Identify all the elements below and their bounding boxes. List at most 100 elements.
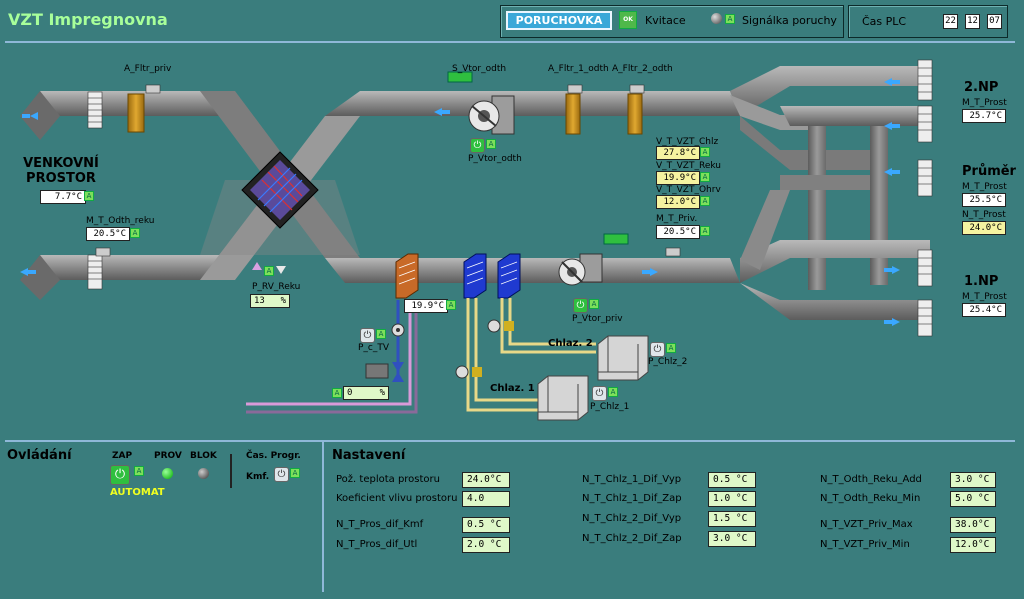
damper-down-arrow-icon: [276, 266, 286, 274]
setting-label: Koeficient vlivu prostoru: [336, 493, 458, 504]
m-t-odth-reku-badge: A: [130, 228, 140, 238]
cas-progr-label: Čas. Progr.: [246, 451, 301, 461]
prumer-val: 25.5°C: [962, 193, 1006, 207]
zap-label: ZAP: [112, 451, 133, 461]
setting-input[interactable]: 1.5 °C: [708, 511, 756, 527]
setting-input[interactable]: 4.0: [462, 491, 510, 507]
np1-label: 1.NP: [964, 274, 999, 289]
setting-label: N_T_Chlz_1_Dif_Vyp: [582, 474, 682, 485]
setting-input[interactable]: 1.0 °C: [708, 491, 756, 507]
app-title: VZT Impregnovna: [8, 10, 168, 29]
v-t-vzt-chlz-badge: A: [700, 147, 710, 157]
kmf-power-button[interactable]: ⏻: [274, 467, 289, 482]
prumer-label: Průměr: [962, 164, 1016, 179]
fault-label: Signálka poruchy: [742, 14, 837, 27]
fan-supply-power-icon[interactable]: ⏻: [573, 298, 588, 313]
filter-1-extract: [565, 93, 581, 135]
setting-input[interactable]: 3.0 °C: [950, 472, 996, 488]
a-fltr-2-odth-label: A_Fltr_2_odth: [612, 64, 673, 74]
setting-label: N_T_Pros_dif_Utl: [336, 539, 418, 550]
setting-label: Pož. teplota prostoru: [336, 474, 440, 485]
setting-input[interactable]: 0.5 °C: [462, 517, 510, 533]
plc-seconds: 07: [987, 14, 1002, 29]
prov-lamp-icon: [162, 468, 173, 479]
p-rv-reku-unit: %: [280, 296, 286, 306]
setting-input[interactable]: 38.0°C: [950, 517, 996, 533]
m-t-priv-label: M_T_Priv.: [656, 214, 698, 224]
plc-hours: 22: [943, 14, 958, 29]
np2-val: 25.7°C: [962, 109, 1006, 123]
grille-left-bottom: [87, 254, 103, 290]
setting-label: N_T_Odth_Reku_Add: [820, 474, 922, 485]
blok-label: BLOK: [190, 451, 217, 461]
chlz-1-badge: A: [608, 387, 618, 397]
filter-2-extract: [627, 93, 643, 135]
outside-temp-badge: A: [84, 191, 94, 201]
np1-val: 25.4°C: [962, 303, 1006, 317]
valve-unit: %: [379, 388, 385, 398]
a-fltr-priv-label: A_Fltr_priv: [124, 64, 172, 74]
cooler-1-unit-icon: [537, 375, 589, 421]
v-t-vzt-ohrv-label: V_T_VZT_Ohrv: [656, 185, 721, 195]
bottom-vdivider: [322, 442, 324, 592]
setting-label: N_T_Pros_dif_Kmf: [336, 519, 424, 530]
fan-extract-power-icon[interactable]: ⏻: [470, 138, 485, 153]
m-t-odth-reku-val: 20.5°C: [86, 227, 130, 241]
setting-label: N_T_VZT_Priv_Min: [820, 539, 910, 550]
setting-label: N_T_Chlz_2_Dif_Vyp: [582, 513, 682, 524]
outside-temp: 7.7°C: [40, 190, 86, 204]
setting-input[interactable]: 12.0°C: [950, 537, 996, 553]
kvitace-label: Kvitace: [645, 14, 686, 27]
chlaz-1-label: Chlaz. 1: [490, 383, 535, 394]
v-t-vzt-chlz-val: 27.8°C: [656, 146, 700, 160]
setting-input[interactable]: 24.0°C: [462, 472, 510, 488]
chlz-2-power-icon[interactable]: ⏻: [650, 342, 665, 357]
ok-icon[interactable]: OK: [619, 11, 637, 29]
heater-temp-badge: A: [446, 300, 456, 310]
v-t-vzt-reku-label: V_T_VZT_Reku: [656, 161, 721, 171]
v-t-vzt-reku-val: 19.9°C: [656, 171, 700, 185]
v-t-vzt-ohrv-val: 12.0°C: [656, 195, 700, 209]
p-vtor-priv-label: P_Vtor_priv: [572, 314, 623, 324]
control-title: Ovládání: [7, 448, 72, 463]
m-t-priv-badge: A: [700, 226, 710, 236]
grille-left-top: [87, 91, 103, 129]
setting-input[interactable]: 3.0 °C: [708, 531, 756, 547]
fan-extract-badge: A: [486, 139, 496, 149]
heater-icon: [395, 253, 419, 299]
n-t-prost-val[interactable]: 24.0°C: [962, 221, 1006, 235]
setting-label: N_T_Chlz_2_Dif_Zap: [582, 533, 682, 544]
chlaz-2-label: Chlaz. 2: [548, 338, 593, 349]
prov-label: PROV: [154, 451, 182, 461]
p-chlz-2-label: P_Chlz_2: [648, 357, 688, 367]
setting-input[interactable]: 5.0 °C: [950, 491, 996, 507]
pump-tv-power-icon[interactable]: ⏻: [360, 328, 375, 343]
chlz-1-power-icon[interactable]: ⏻: [592, 386, 607, 401]
s-vtor-odth-label: S_Vtor_odth: [452, 64, 507, 74]
filter-intake: [127, 93, 145, 133]
actuator-s-vtor-priv: [603, 233, 629, 245]
automat-label: AUTOMAT: [110, 487, 165, 498]
setting-label: N_T_Chlz_1_Dif_Zap: [582, 493, 682, 504]
duct-supply: [325, 258, 740, 283]
damper-up-arrow-icon: [252, 262, 262, 270]
duct-extract: [325, 91, 740, 116]
kmf-badge: A: [290, 468, 300, 478]
setting-input[interactable]: 2.0 °C: [462, 537, 510, 553]
pump-icon-tv: [391, 323, 405, 337]
p-rv-reku-num: 13: [254, 296, 265, 306]
np2-sensor-label: M_T_Prost: [962, 98, 1007, 108]
p-rv-reku-val: 13 %: [250, 294, 290, 308]
setting-input[interactable]: 0.5 °C: [708, 472, 756, 488]
v-t-vzt-ohrv-badge: A: [700, 196, 710, 206]
outside-label: VENKOVNÍ PROSTOR: [23, 156, 99, 186]
blok-lamp-icon: [198, 468, 209, 479]
kmf-label: Kmf.: [246, 472, 270, 482]
damper-badge: A: [264, 266, 274, 276]
m-t-odth-reku-label: M_T_Odth_reku: [86, 216, 155, 226]
cooler-1-coil-icon: [463, 253, 487, 299]
poruchovka-button[interactable]: PORUCHOVKA: [506, 11, 612, 30]
zap-power-button[interactable]: ⏻: [110, 465, 130, 485]
valve-val: 0%: [343, 386, 389, 400]
p-c-tv-label: P_c_TV: [358, 343, 390, 353]
